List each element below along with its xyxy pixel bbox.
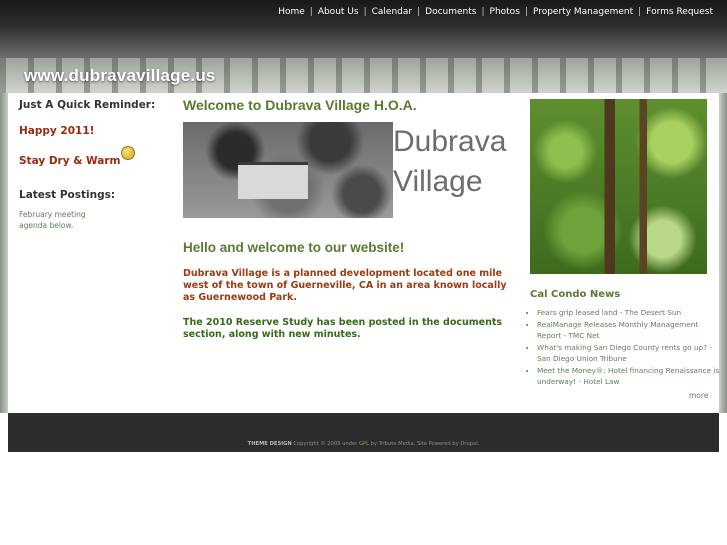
- news-link[interactable]: What's making San Diego County rents go …: [537, 343, 712, 363]
- brand-line-2: Village: [393, 165, 483, 198]
- page-title: Welcome to Dubrava Village H.O.A.: [183, 97, 417, 113]
- site-title[interactable]: www.dubravavillage.us: [24, 66, 216, 86]
- welcome-subtitle: Hello and welcome to our website!: [183, 240, 405, 255]
- nav-separator: |: [309, 7, 313, 17]
- main-content: Welcome to Dubrava Village H.O.A. Dubrav…: [183, 97, 523, 340]
- footer-theme-design: THEME DESIGN: [247, 441, 292, 447]
- nav-home[interactable]: Home: [278, 7, 305, 17]
- nav-photos[interactable]: Photos: [490, 7, 520, 17]
- reserve-study-paragraph: The 2010 Reserve Study has been posted i…: [183, 317, 503, 340]
- footer-powered: Site Powered by: [417, 441, 459, 447]
- more-news-link[interactable]: more: [689, 391, 708, 400]
- footer-drupal-link[interactable]: Drupal.: [460, 441, 479, 447]
- village-photo: [183, 122, 393, 218]
- nav-separator: |: [417, 7, 421, 17]
- footer-credits: THEME DESIGN Copyright © 2009 under GPL …: [8, 441, 719, 447]
- nav-calendar[interactable]: Calendar: [372, 7, 412, 17]
- smiley-icon: [121, 146, 136, 160]
- house-shape: [238, 162, 308, 199]
- nav-forms-request[interactable]: Forms Request: [646, 7, 713, 17]
- news-title: Cal Condo News: [530, 289, 621, 300]
- top-nav-bar: Home | About Us | Calendar | Documents |…: [0, 0, 727, 58]
- news-link[interactable]: RealManage Releases Monthly Management R…: [537, 320, 698, 340]
- reminder-line-2-wrap: Stay Dry & Warm: [19, 146, 169, 167]
- footer-copyright: Copyright © 2009 under: [293, 441, 358, 447]
- posting-text[interactable]: February meeting agenda below.: [19, 209, 94, 231]
- nav-property-management[interactable]: Property Management: [533, 7, 633, 17]
- reminder-line-1: Happy 2011!: [19, 125, 95, 137]
- latest-postings-heading: Latest Postings:: [19, 189, 116, 201]
- nav-separator: |: [638, 7, 642, 17]
- brand-logo-text: Dubrava Village: [393, 122, 533, 218]
- news-list: Fears grip leased land - The Desert Sun …: [527, 307, 722, 388]
- nav-separator: |: [524, 7, 528, 17]
- news-item: Meet the Money®: Hotel financing Renaiss…: [537, 365, 722, 387]
- nav-separator: |: [363, 7, 367, 17]
- news-link[interactable]: Meet the Money®: Hotel financing Renaiss…: [537, 366, 719, 386]
- news-link[interactable]: Fears grip leased land - The Desert Sun: [537, 308, 681, 317]
- footer: THEME DESIGN Copyright © 2009 under GPL …: [8, 413, 719, 452]
- footer-tribute-link[interactable]: Tribute Media.: [379, 441, 416, 447]
- footer-gpl-link[interactable]: GPL: [359, 441, 369, 447]
- intro-paragraph: Dubrava Village is a planned development…: [183, 268, 507, 303]
- news-item: Fears grip leased land - The Desert Sun: [537, 307, 722, 318]
- nav-about-us[interactable]: About Us: [318, 7, 359, 17]
- footer-by: by: [370, 441, 378, 447]
- news-item: RealManage Releases Monthly Management R…: [537, 319, 722, 341]
- main-nav: Home | About Us | Calendar | Documents |…: [278, 7, 713, 17]
- reminder-heading: Just A Quick Reminder:: [19, 99, 156, 111]
- nav-documents[interactable]: Documents: [425, 7, 476, 17]
- left-sidebar: Just A Quick Reminder: Happy 2011! Stay …: [19, 99, 169, 231]
- nav-separator: |: [481, 7, 485, 17]
- page-edge-left: [0, 93, 8, 413]
- brand-line-1: Dubrava: [393, 125, 507, 158]
- news-item: What's making San Diego County rents go …: [537, 342, 722, 364]
- forest-photo: [530, 99, 707, 274]
- reminder-line-2: Stay Dry & Warm: [19, 155, 121, 167]
